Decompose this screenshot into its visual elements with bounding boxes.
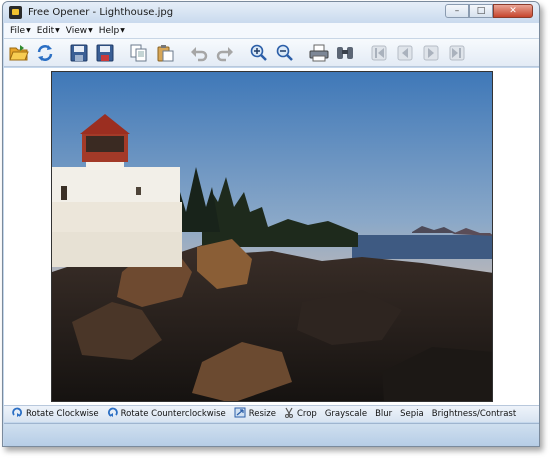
edit-actions-bar: Rotate Clockwise Rotate Counterclockwise… xyxy=(4,405,539,422)
copy-icon[interactable] xyxy=(128,42,150,64)
grayscale-button[interactable]: Grayscale xyxy=(325,409,367,419)
blur-label: Blur xyxy=(375,409,393,419)
resize-icon xyxy=(234,407,246,421)
chevron-down-icon: ▼ xyxy=(26,27,31,34)
crop-button[interactable]: Crop xyxy=(284,407,317,421)
paste-icon[interactable] xyxy=(154,42,176,64)
close-button[interactable]: ✕ xyxy=(493,4,533,18)
menu-help[interactable]: Help ▼ xyxy=(99,26,125,36)
window-title: Free Opener - Lighthouse.jpg xyxy=(28,7,174,18)
rotate-counterclockwise-icon xyxy=(107,407,118,421)
resize-button[interactable]: Resize xyxy=(234,407,276,421)
previous-icon[interactable] xyxy=(394,42,416,64)
menu-file-label: File xyxy=(10,25,26,36)
crop-label: Crop xyxy=(296,409,317,419)
undo-icon[interactable] xyxy=(188,42,210,64)
image-viewport xyxy=(4,68,539,405)
app-icon xyxy=(9,6,22,19)
last-icon[interactable] xyxy=(446,42,468,64)
lighthouse-photo[interactable] xyxy=(51,71,493,402)
zoom-out-icon[interactable] xyxy=(274,42,296,64)
rotate-counterclockwise-label: Rotate Counterclockwise xyxy=(120,409,226,419)
save-icon[interactable] xyxy=(68,42,90,64)
chevron-down-icon: ▼ xyxy=(55,27,60,34)
maximize-button[interactable]: □ xyxy=(469,4,493,18)
redo-icon[interactable] xyxy=(214,42,236,64)
next-icon[interactable] xyxy=(420,42,442,64)
sepia-button[interactable]: Sepia xyxy=(400,409,424,419)
rotate-clockwise-button[interactable]: Rotate Clockwise xyxy=(12,407,99,421)
menu-file[interactable]: File ▼ xyxy=(10,26,31,36)
rotate-counterclockwise-button[interactable]: Rotate Counterclockwise xyxy=(107,407,226,421)
first-icon[interactable] xyxy=(368,42,390,64)
brightness-contrast-button[interactable]: Brightness/Contrast xyxy=(432,409,516,419)
blur-button[interactable]: Blur xyxy=(375,409,392,419)
rotate-clockwise-label: Rotate Clockwise xyxy=(26,409,99,419)
open-folder-icon[interactable] xyxy=(8,42,30,64)
chevron-down-icon: ▼ xyxy=(120,27,125,34)
menu-bar: File ▼ Edit ▼ View ▼ Help ▼ xyxy=(4,23,539,39)
save-as-icon[interactable] xyxy=(94,42,116,64)
crop-icon xyxy=(284,407,294,421)
resize-label: Resize xyxy=(248,409,276,419)
menu-edit[interactable]: Edit ▼ xyxy=(37,26,60,36)
zoom-in-icon[interactable] xyxy=(248,42,270,64)
status-bar xyxy=(4,423,539,446)
refresh-icon[interactable] xyxy=(34,42,56,64)
print-icon[interactable] xyxy=(308,42,330,64)
sepia-label: Sepia xyxy=(400,409,424,419)
window-controls: – □ ✕ xyxy=(445,4,533,18)
brightness-contrast-label: Brightness/Contrast xyxy=(431,409,517,419)
menu-help-label: Help xyxy=(98,25,120,36)
menu-edit-label: Edit xyxy=(36,25,55,36)
chevron-down-icon: ▼ xyxy=(88,27,93,34)
app-window: Free Opener - Lighthouse.jpg – □ ✕ File ▼… xyxy=(2,1,540,447)
menu-view-label: View xyxy=(65,25,88,36)
find-icon[interactable] xyxy=(334,42,356,64)
rotate-clockwise-icon xyxy=(12,407,23,421)
grayscale-label: Grayscale xyxy=(324,409,368,419)
minimize-button[interactable]: – xyxy=(445,4,469,18)
toolbar xyxy=(4,39,539,67)
menu-view[interactable]: View ▼ xyxy=(66,26,93,36)
title-bar[interactable]: Free Opener - Lighthouse.jpg – □ ✕ xyxy=(3,2,539,23)
